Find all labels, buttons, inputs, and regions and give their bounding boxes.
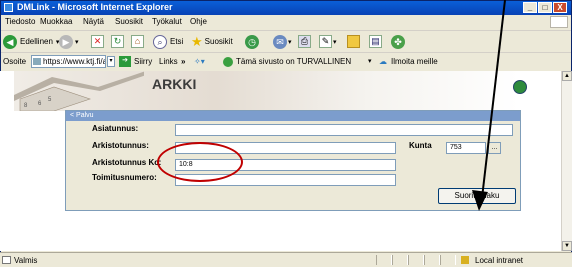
standard-toolbar: ◀ Edellinen ▾ ▶ ▾ ✕ ↻ ⌂ ⌕ Etsi ★ Suosiki… (1, 31, 571, 53)
title-bar[interactable]: DMLink - Microsoft Internet Explorer _ □… (1, 1, 571, 15)
address-bar: Osoite https://www.ktj.fi/ar ▾ ➔ Siirry … (1, 53, 571, 72)
address-label: Osoite (3, 57, 27, 66)
research-button[interactable]: ▤ (369, 34, 382, 49)
security-zone: Local intranet (475, 256, 524, 265)
edit-button[interactable]: ✎ ▾ (319, 34, 337, 49)
chevron-down-icon: ▾ (75, 38, 79, 46)
favorites-button[interactable]: ★ Suosikit (191, 34, 233, 49)
print-button[interactable]: ⎙ (298, 34, 311, 49)
status-pane (440, 255, 456, 265)
address-dropdown-icon[interactable]: ▾ (107, 56, 115, 67)
kunta-browse-button[interactable]: ... (488, 142, 501, 154)
back-arrow-icon: ◀ (3, 34, 17, 49)
favorites-label: Suosikit (204, 37, 233, 46)
status-pane (392, 255, 408, 265)
forward-button[interactable]: ▶ ▾ (59, 34, 79, 49)
star-icon: ★ (191, 33, 203, 49)
print-icon: ⎙ (298, 35, 311, 48)
status-text: Valmis (14, 256, 38, 265)
menu-favorites[interactable]: Suosikit (115, 17, 143, 26)
home-button[interactable]: ⌂ (131, 34, 144, 49)
status-bar: Valmis Local intranet (0, 252, 572, 267)
search-submit-button[interactable]: Suorita haku (438, 188, 516, 204)
links-label[interactable]: Links (159, 57, 178, 66)
panel-back-link[interactable]: < Palvu (66, 111, 520, 121)
folder-button[interactable] (347, 34, 360, 49)
report-icon: ☁ (379, 57, 387, 66)
ie-icon (4, 3, 13, 12)
globe-icon[interactable] (513, 80, 527, 94)
arkistotunnus-label: Arkistotunnus: (92, 141, 149, 150)
minimize-button[interactable]: _ (523, 2, 537, 13)
safe-site-label[interactable]: Tämä sivusto on TURVALLINEN (236, 57, 351, 66)
report-label[interactable]: Ilmoita meille (391, 57, 438, 66)
go-arrow-icon[interactable]: ➔ (119, 56, 131, 67)
menu-view[interactable]: Näytä (83, 17, 104, 26)
menu-bar: Tiedosto Muokkaa Näytä Suosikit Työkalut… (1, 15, 571, 31)
research-icon: ▤ (369, 35, 382, 48)
map-graphic: 8 6 5 (14, 71, 144, 111)
address-input[interactable]: https://www.ktj.fi/ar (31, 55, 106, 68)
lock-icon (461, 256, 469, 264)
messenger-icon: ✤ (391, 34, 405, 49)
stop-button[interactable]: ✕ (91, 34, 104, 49)
page-content: 8 6 5 ARKKI < Palvu Asiatunnus: Arkistot… (0, 71, 561, 251)
asiatunnus-label: Asiatunnus: (92, 124, 139, 133)
vertical-scrollbar[interactable]: ▲ ▼ (561, 71, 572, 251)
history-button[interactable]: ◷ (245, 34, 259, 49)
page-icon (33, 58, 41, 65)
search-icon: ⌕ (153, 34, 167, 49)
refresh-icon: ↻ (111, 35, 124, 48)
refresh-button[interactable]: ↻ (111, 34, 124, 49)
close-button[interactable]: X (553, 2, 567, 13)
check-icon (223, 57, 233, 67)
status-pane (424, 255, 440, 265)
messenger-button[interactable]: ✤ (391, 34, 405, 49)
go-button[interactable]: Siirry (134, 57, 152, 66)
window-title: DMLink - Microsoft Internet Explorer (17, 2, 173, 12)
asiatunnus-input[interactable] (175, 124, 513, 136)
menu-help[interactable]: Ohje (190, 17, 207, 26)
address-url: https://www.ktj.fi/ar (43, 57, 106, 66)
antenna-icon[interactable]: ✧▾ (194, 57, 205, 66)
annotation-circle (157, 142, 243, 182)
folder-icon (347, 35, 360, 48)
chevron-down-icon: ▾ (333, 38, 337, 46)
page-status-icon (2, 256, 11, 264)
search-label: Etsi (170, 37, 184, 46)
search-button[interactable]: ⌕ Etsi (153, 34, 183, 49)
arkistotunnus-kc-label: Arkistotunnus Kc: (92, 158, 162, 167)
menu-file[interactable]: Tiedosto (5, 17, 35, 26)
kunta-input[interactable]: 753 (446, 142, 486, 154)
edit-icon: ✎ (319, 35, 332, 48)
mail-icon: ✉ (273, 34, 287, 49)
search-panel: < Palvu Asiatunnus: Arkistotunnus: Kunta… (65, 110, 521, 211)
history-icon: ◷ (245, 34, 259, 49)
stop-icon: ✕ (91, 35, 104, 48)
menu-tools[interactable]: Työkalut (152, 17, 182, 26)
toimitusnumero-label: Toimitusnumero: (92, 173, 157, 182)
home-icon: ⌂ (131, 35, 144, 48)
menu-edit[interactable]: Muokkaa (40, 17, 72, 26)
chevron-down-icon: ▾ (288, 38, 292, 46)
arkki-logo-text: ARKKI (152, 76, 197, 92)
mail-button[interactable]: ✉ ▾ (273, 34, 292, 49)
chevron-down-icon[interactable]: ▾ (368, 57, 372, 65)
forward-arrow-icon: ▶ (59, 34, 73, 49)
back-label: Edellinen (20, 37, 53, 46)
windows-logo-icon (550, 16, 568, 28)
kunta-label: Kunta (409, 141, 432, 150)
status-pane (376, 255, 392, 265)
status-pane (408, 255, 424, 265)
scroll-down-icon[interactable]: ▼ (562, 241, 572, 251)
chevron-right-icon[interactable]: » (181, 57, 185, 66)
maximize-button[interactable]: □ (538, 2, 552, 13)
scroll-up-icon[interactable]: ▲ (562, 71, 572, 81)
back-button[interactable]: ◀ Edellinen ▾ (3, 34, 59, 49)
arkki-banner: 8 6 5 ARKKI (14, 71, 527, 111)
